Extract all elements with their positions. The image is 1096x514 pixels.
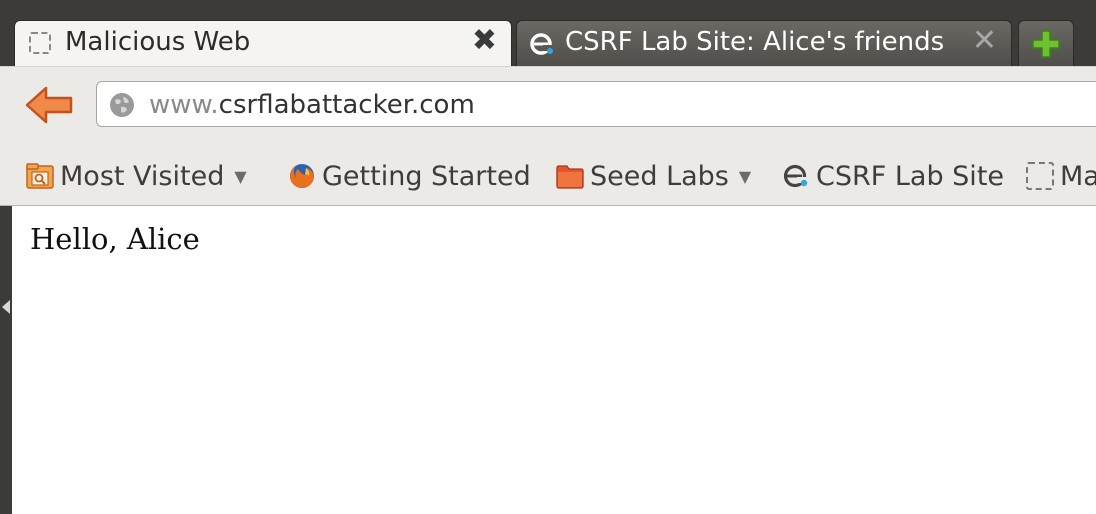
blank-page-icon xyxy=(1026,162,1054,190)
bookmarks-toolbar: Most Visited ▼ Getting Started Seed Labs… xyxy=(0,148,1096,206)
close-icon[interactable]: ✖ xyxy=(472,26,497,56)
bookmark-seed-labs[interactable]: Seed Labs ▼ xyxy=(556,156,751,196)
elgg-icon xyxy=(783,164,808,188)
url-prefix: www. xyxy=(149,90,219,120)
close-icon[interactable]: ✕ xyxy=(972,26,997,56)
sidebar-handle-icon[interactable] xyxy=(2,300,10,314)
blank-page-icon xyxy=(29,32,51,54)
smart-folder-icon xyxy=(26,163,54,189)
url-text[interactable]: www.csrflabattacker.com xyxy=(149,90,475,120)
bookmark-label: Most Visited xyxy=(60,160,225,192)
folder-icon xyxy=(556,165,584,189)
tab-title: Malicious Web xyxy=(65,27,251,57)
firefox-icon xyxy=(290,164,314,188)
back-arrow-icon[interactable] xyxy=(24,85,74,125)
elgg-icon xyxy=(530,33,553,55)
globe-icon xyxy=(110,93,134,117)
new-tab-button[interactable] xyxy=(1018,20,1074,66)
tab-csrf-lab-site[interactable]: CSRF Lab Site: Alice's friends ✕ xyxy=(516,20,1012,66)
tab-malicious-web[interactable]: Malicious Web ✖ xyxy=(14,20,512,66)
bookmark-label: Seed Labs xyxy=(590,160,729,192)
bookmark-label: Getting Started xyxy=(322,160,531,192)
plus-icon xyxy=(1032,30,1060,58)
url-domain: csrflabattacker.com xyxy=(218,90,475,120)
bookmark-most-visited[interactable]: Most Visited ▼ xyxy=(26,156,247,196)
url-bar[interactable]: www.csrflabattacker.com xyxy=(96,81,1096,127)
page-content: Hello, Alice xyxy=(12,206,1096,514)
bookmark-label: Ma xyxy=(1060,160,1096,192)
greeting-text: Hello, Alice xyxy=(30,222,200,256)
bookmark-getting-started[interactable]: Getting Started xyxy=(288,156,531,196)
tab-title: CSRF Lab Site: Alice's friends xyxy=(565,27,945,57)
chevron-down-icon: ▼ xyxy=(234,166,247,186)
navigation-bar: www.csrflabattacker.com xyxy=(0,66,1096,149)
bookmark-label: CSRF Lab Site xyxy=(816,160,1005,192)
chevron-down-icon: ▼ xyxy=(738,166,752,186)
bookmark-csrf-lab-site[interactable]: CSRF Lab Site xyxy=(782,156,1004,196)
tab-strip: Malicious Web ✖ CSRF Lab Site: Alice's f… xyxy=(0,0,1096,66)
bookmark-ma[interactable]: Ma xyxy=(1026,156,1096,196)
